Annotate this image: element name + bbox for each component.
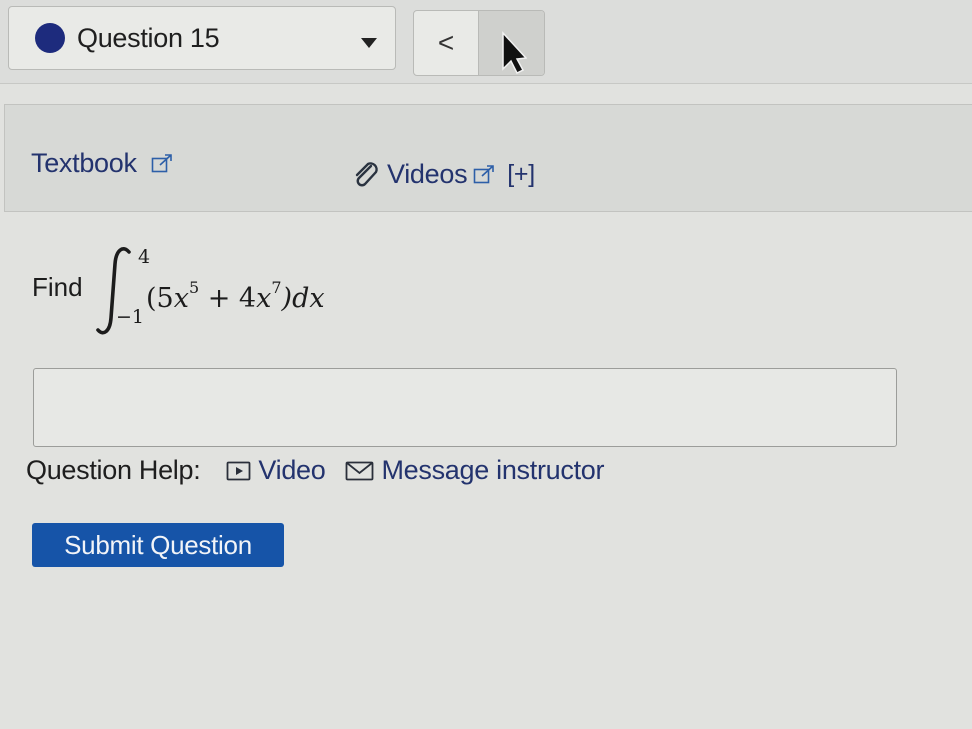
help-video-link[interactable]: Video [226,455,326,486]
integrand-plus-term: + 4 [199,283,257,314]
message-instructor-label: Message instructor [381,455,605,485]
next-question-button[interactable] [479,11,544,75]
help-video-label: Video [258,455,326,485]
integral-expression: 4 −1 (5x5 + 4x7)dx [92,244,372,340]
submit-question-button[interactable]: Submit Question [32,523,284,567]
lower-limit: −1 [116,306,145,328]
question-select-label: Question 15 [77,22,220,53]
question-select[interactable]: Question 15 [8,6,396,70]
envelope-icon [346,461,374,480]
variable-x: x [256,283,272,314]
external-link-icon [473,164,495,183]
variable-x: x [173,283,189,314]
paperclip-icon [355,161,378,186]
resources-panel: Textbook Videos [+] [4,104,972,212]
answer-input[interactable] [33,368,897,447]
problem-prompt: Find [32,272,83,302]
message-instructor-link[interactable]: Message instructor [345,455,604,486]
integrand: (5x5 + 4x7)dx [146,278,325,314]
question-status-dot [35,23,65,53]
chevron-down-icon[interactable] [361,38,377,48]
videos-link-label: Videos [387,159,468,189]
textbook-link-label: Textbook [31,148,137,178]
question-help-bar: Question Help: Video Message instructor [26,455,604,486]
integrand-open: (5 [146,283,174,314]
exponent-1: 5 [188,278,200,297]
question-nav-buttons: < [413,10,545,76]
question-nav-bar: Question 15 < [0,0,972,84]
mouse-cursor-icon [502,31,527,75]
question-help-label: Question Help: [26,455,201,485]
textbook-link[interactable]: Textbook [31,148,173,179]
video-play-icon [227,461,251,480]
previous-question-button[interactable]: < [414,11,479,75]
upper-limit: 4 [138,246,151,268]
videos-link[interactable]: Videos [+] [351,159,535,190]
exponent-2: 7 [271,278,282,297]
expand-videos-toggle[interactable]: [+] [507,160,535,189]
external-link-icon [151,153,172,172]
integrand-close-dx: )dx [281,283,325,314]
